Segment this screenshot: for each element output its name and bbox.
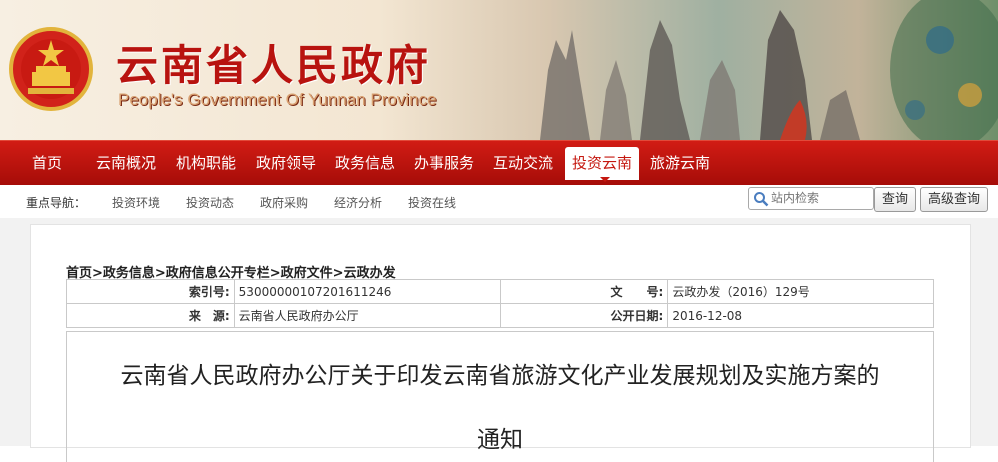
document-title: 云南省人民政府办公厅关于印发云南省旅游文化产业发展规划及实施方案的: [120, 363, 880, 389]
document-meta-table: 索引号: 53000000107201611246 文 号: 云政办发（2016…: [66, 279, 934, 328]
subnav-label: 重点导航：: [26, 196, 87, 210]
site-title-english: People's Government Of Yunnan Province: [118, 90, 437, 109]
docno-value: 云政办发（2016）129号: [667, 279, 934, 304]
search-input[interactable]: [771, 189, 869, 206]
source-value: 云南省人民政府办公厅: [233, 303, 501, 328]
subnav-item-news[interactable]: 投资动态: [186, 194, 234, 211]
index-value: 53000000107201611246: [233, 279, 501, 304]
main-nav: 首页 云南概况 机构职能 政府领导 政务信息 办事服务 互动交流 投资云南 旅游…: [0, 140, 998, 186]
subnav-item-environment[interactable]: 投资环境: [112, 194, 160, 211]
nav-item-overview[interactable]: 云南概况: [96, 141, 156, 186]
nav-item-home[interactable]: 首页: [32, 141, 62, 186]
subnav-item-economy[interactable]: 经济分析: [334, 194, 382, 211]
nav-item-interaction[interactable]: 互动交流: [493, 141, 553, 186]
date-label: 公开日期:: [499, 303, 669, 328]
advanced-search-button[interactable]: 高级查询: [920, 187, 988, 212]
nav-item-services[interactable]: 办事服务: [414, 141, 474, 186]
site-banner: 云南省人民政府 People's Government Of Yunnan Pr…: [0, 0, 998, 140]
table-row: 索引号: 53000000107201611246 文 号: 云政办发（2016…: [66, 279, 934, 304]
nav-item-leaders[interactable]: 政府领导: [256, 141, 316, 186]
source-label: 来 源:: [66, 303, 235, 328]
table-row: 来 源: 云南省人民政府办公厅 公开日期: 2016-12-08: [66, 303, 934, 328]
search-button[interactable]: 查询: [874, 187, 916, 212]
docno-label: 文 号:: [499, 279, 669, 304]
search-field[interactable]: [748, 187, 874, 210]
active-tab-caret-icon: [600, 177, 610, 182]
subnav-item-online[interactable]: 投资在线: [408, 194, 456, 211]
nav-item-government-info[interactable]: 政务信息: [335, 141, 395, 186]
subnav-item-procurement[interactable]: 政府采购: [260, 194, 308, 211]
nav-item-tourism[interactable]: 旅游云南: [650, 141, 710, 186]
date-value: 2016-12-08: [667, 303, 934, 328]
search-icon: [754, 192, 769, 207]
nav-item-investment[interactable]: 投资云南: [565, 147, 640, 180]
index-label: 索引号:: [66, 279, 235, 304]
document-title-continued: 通知: [477, 427, 523, 453]
site-title-chinese: 云南省人民政府: [116, 41, 432, 90]
national-emblem-icon: [9, 27, 93, 111]
nav-item-institutions[interactable]: 机构职能: [176, 141, 236, 186]
